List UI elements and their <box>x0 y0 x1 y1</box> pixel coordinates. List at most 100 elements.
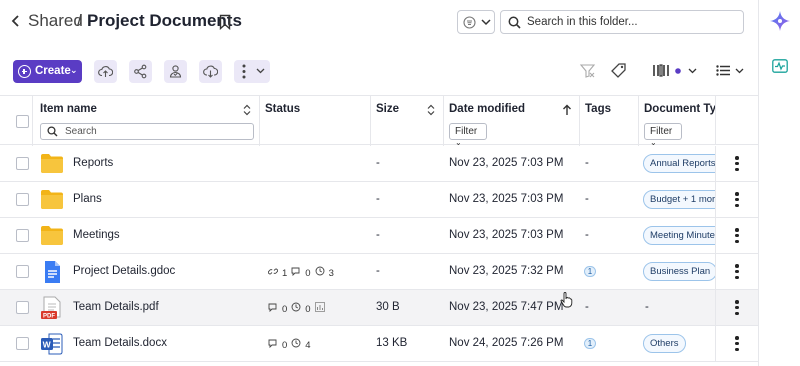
row-checkbox[interactable] <box>16 157 29 170</box>
row-size: - <box>376 157 380 169</box>
link-icon <box>267 268 279 279</box>
column-header-status[interactable]: Status <box>265 103 300 115</box>
row-tags: - <box>585 193 589 205</box>
filter-label: Filter <box>455 126 478 137</box>
tag-icon[interactable] <box>610 62 627 79</box>
list-view-button[interactable] <box>716 62 744 79</box>
more-vertical-icon <box>735 228 739 244</box>
create-button[interactable]: Create ⌄ <box>13 60 82 83</box>
sort-ascending-icon[interactable] <box>562 104 572 116</box>
view-selector[interactable] <box>457 10 495 34</box>
columns-button[interactable] <box>653 62 697 79</box>
share-icon <box>134 64 147 79</box>
upload-button[interactable] <box>94 60 117 83</box>
actions-column-header <box>715 95 758 145</box>
table-row[interactable]: Project Details.gdoc 1 0 3 - Nov 23, 2025 7:3… <box>0 254 758 290</box>
docx-icon: W <box>40 332 64 361</box>
row-status: 04 <box>268 338 315 351</box>
date-filter-dropdown[interactable]: Filter ⌄ <box>449 123 487 147</box>
item-name-link[interactable]: Plans <box>73 193 102 205</box>
pdf-icon: PDF <box>40 296 64 327</box>
row-actions-button[interactable] <box>715 218 758 253</box>
row-actions-button[interactable] <box>715 290 758 325</box>
chevron-down-icon <box>688 68 697 74</box>
back-button[interactable] <box>10 14 24 30</box>
column-header-date[interactable]: Date modified <box>449 103 525 115</box>
row-date: Nov 23, 2025 7:32 PM <box>449 265 564 277</box>
row-actions-button[interactable] <box>715 182 758 217</box>
upload-icon <box>98 66 113 77</box>
row-date: Nov 23, 2025 7:47 PM <box>449 301 564 313</box>
table-row[interactable]: Plans - Nov 23, 2025 7:03 PM - Budget + 1 mo… <box>0 182 758 218</box>
row-date: Nov 23, 2025 7:03 PM <box>449 193 564 205</box>
row-size: - <box>376 265 380 277</box>
row-size: 13 KB <box>376 337 408 349</box>
more-vertical-icon <box>735 192 739 208</box>
tag-count-badge[interactable]: 1 <box>584 266 596 277</box>
sort-icon[interactable] <box>427 104 435 116</box>
ai-sparkle-icon[interactable] <box>769 10 791 32</box>
breadcrumb-shared[interactable]: Shared <box>28 11 83 31</box>
row-checkbox[interactable] <box>16 229 29 242</box>
status-count: 4 <box>305 340 311 351</box>
name-search-box <box>40 123 254 140</box>
row-actions-button[interactable] <box>715 326 758 361</box>
table-row[interactable]: PDF Team Details.pdf 0 0 30 B Nov 23, 2025 7:… <box>0 290 758 326</box>
more-vertical-icon <box>735 336 739 352</box>
download-button[interactable] <box>199 60 222 83</box>
bookmark-button[interactable] <box>219 14 233 31</box>
sort-icon[interactable] <box>243 104 251 116</box>
name-search-input[interactable] <box>65 125 245 138</box>
clock-icon <box>315 266 325 279</box>
search-input[interactable] <box>527 14 737 30</box>
item-name-link[interactable]: Project Details.gdoc <box>73 265 175 277</box>
search-icon <box>508 16 521 29</box>
create-label: Create <box>35 65 71 77</box>
more-actions-button[interactable] <box>234 60 270 83</box>
row-date: Nov 23, 2025 7:03 PM <box>449 157 564 169</box>
column-header-size[interactable]: Size <box>376 103 399 115</box>
folder-icon <box>40 224 64 251</box>
item-name-link[interactable]: Team Details.docx <box>73 337 167 349</box>
row-checkbox[interactable] <box>16 265 29 278</box>
item-name-link[interactable]: Meetings <box>73 229 120 241</box>
item-name-link[interactable]: Team Details.pdf <box>73 301 159 313</box>
filter-circle-icon <box>463 16 476 29</box>
item-name-link[interactable]: Reports <box>73 157 113 169</box>
row-actions-button[interactable] <box>715 254 758 289</box>
status-count: 0 <box>282 340 288 351</box>
row-date: Nov 24, 2025 7:26 PM <box>449 337 564 349</box>
table-row[interactable]: Reports - Nov 23, 2025 7:03 PM - Annual Repo… <box>0 146 758 182</box>
row-actions-button[interactable] <box>715 146 758 181</box>
row-checkbox[interactable] <box>16 301 29 314</box>
search-icon <box>47 126 58 137</box>
plus-circle-icon <box>18 65 31 78</box>
select-all-checkbox[interactable] <box>16 115 29 128</box>
hand-cursor-icon <box>560 292 573 308</box>
status-count: 3 <box>328 268 334 279</box>
table-row[interactable]: W Team Details.docx 0 4 13 KB Nov 24, 2025 7:… <box>0 326 758 362</box>
doctype-filter-dropdown[interactable]: Filter ⌄ <box>644 123 682 147</box>
column-header-name[interactable]: Item name <box>40 103 97 115</box>
columns-icon <box>653 64 669 77</box>
row-checkbox[interactable] <box>16 337 29 350</box>
breadcrumb-separator: / <box>77 11 82 30</box>
doctype-badge[interactable]: Others <box>643 334 686 353</box>
column-header-tags[interactable]: Tags <box>585 103 611 115</box>
row-checkbox[interactable] <box>16 193 29 206</box>
active-dot-icon <box>675 68 681 74</box>
chevron-down-icon: ⌄ <box>70 65 78 75</box>
activity-icon[interactable] <box>772 59 788 73</box>
right-sidebar <box>758 0 800 366</box>
comment-icon <box>268 339 278 351</box>
comment-icon <box>291 267 301 279</box>
share-button[interactable] <box>129 60 152 83</box>
doctype-badge[interactable]: Business Plan <box>643 262 718 281</box>
status-count: 0 <box>305 304 311 315</box>
row-size: - <box>376 229 380 241</box>
chevron-down-icon <box>735 68 744 74</box>
clear-filter-icon[interactable] <box>579 62 596 79</box>
table-row[interactable]: Meetings - Nov 23, 2025 7:03 PM - Meeting Mi… <box>0 218 758 254</box>
assign-button[interactable] <box>164 60 187 83</box>
tag-count-badge[interactable]: 1 <box>584 338 596 349</box>
